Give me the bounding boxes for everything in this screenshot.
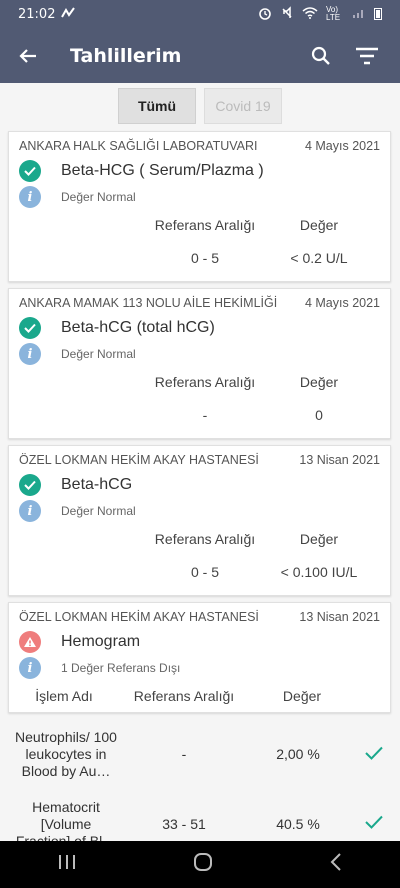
result-card[interactable]: ANKARA MAMAK 113 NOLU AİLE HEKİMLİĞİ 4 M… <box>8 288 391 439</box>
test-name: Beta-HCG ( Serum/Plazma ) <box>61 162 264 179</box>
filter-tabs: Tümü Covid 19 <box>0 88 400 124</box>
warning-icon <box>19 631 41 653</box>
wifi-icon <box>302 6 318 22</box>
tab-covid19[interactable]: Covid 19 <box>204 88 282 124</box>
info-icon[interactable]: i <box>19 500 41 522</box>
value-header: Değer <box>299 531 339 547</box>
result-date: 13 Nisan 2021 <box>299 453 380 467</box>
ref-range-header: Referans Aralığı <box>154 531 256 547</box>
result-date: 13 Nisan 2021 <box>299 610 380 624</box>
notification-icon <box>61 6 76 22</box>
result-card[interactable]: ANKARA HALK SAĞLIĞI LABORATUVARI 4 Mayıs… <box>8 131 391 282</box>
home-button[interactable] <box>192 851 214 878</box>
info-icon[interactable]: i <box>19 186 41 208</box>
lab-name: ÖZEL LOKMAN HEKİM AKAY HASTANESİ <box>19 610 259 624</box>
lab-name: ÖZEL LOKMAN HEKİM AKAY HASTANESİ <box>19 453 259 467</box>
status-time: 21:02 <box>18 6 56 22</box>
test-name: Beta-hCG <box>61 476 133 493</box>
status-bar: 21:02 Vo) LTE <box>0 0 400 28</box>
battery-icon <box>374 8 382 20</box>
test-name: Hemogram <box>61 633 141 650</box>
ref-range-value: 33 - 51 <box>162 816 206 832</box>
alarm-icon <box>258 6 272 23</box>
filter-button[interactable] <box>344 28 390 83</box>
back-button[interactable] <box>0 28 56 83</box>
signal-icon <box>352 7 366 22</box>
result-value: < 0.100 IU/L <box>280 564 358 580</box>
check-circle-icon <box>19 160 41 182</box>
ref-range-value: 0 - 5 <box>190 564 219 580</box>
ref-range-value: 0 - 5 <box>190 250 219 266</box>
result-value: < 0.2 U/L <box>290 250 348 266</box>
checkmark-icon <box>348 799 400 832</box>
network-label: Vo) LTE <box>326 5 341 22</box>
check-circle-icon <box>19 474 41 496</box>
value-header: Değer <box>282 688 322 704</box>
app-bar: Tahlillerim <box>0 28 400 83</box>
check-circle-icon <box>19 317 41 339</box>
recent-apps-icon <box>59 855 76 869</box>
ref-range-value: - <box>202 407 208 423</box>
value-header: Değer <box>299 374 339 390</box>
value-header: Değer <box>299 217 339 233</box>
chevron-left-icon <box>330 853 341 871</box>
table-row[interactable]: Neutrophils/ 100 leukocytes in Blood by … <box>0 725 400 783</box>
ref-range-header: Referans Aralığı <box>154 217 256 233</box>
checkmark-icon <box>348 746 400 763</box>
result-note: 1 Değer Referans Dışı <box>61 661 181 675</box>
test-item-name: Neutrophils/ 100 leukocytes in Blood by … <box>15 728 117 779</box>
info-icon[interactable]: i <box>19 343 41 365</box>
result-note: Değer Normal <box>61 504 136 518</box>
result-value: 2,00 % <box>276 745 320 762</box>
lab-name: ANKARA HALK SAĞLIĞI LABORATUVARI <box>19 139 258 153</box>
mute-icon <box>280 5 294 23</box>
system-back-button[interactable] <box>329 852 343 877</box>
info-icon[interactable]: i <box>19 657 41 679</box>
test-name: Beta-hCG (total hCG) <box>61 319 215 336</box>
result-value: 40.5 % <box>276 816 320 832</box>
search-icon <box>311 46 330 65</box>
ref-range-value: - <box>181 745 187 762</box>
test-item-name: Hematocrit [Volume Fraction] of Bl… <box>15 799 117 841</box>
result-note: Değer Normal <box>61 190 136 204</box>
search-button[interactable] <box>298 28 344 83</box>
recent-apps-button[interactable] <box>57 853 77 876</box>
result-value: 0 <box>315 407 323 423</box>
system-nav-bar <box>0 841 400 888</box>
arrow-left-icon <box>19 48 36 63</box>
filter-icon <box>356 47 378 64</box>
ref-range-header: Referans Aralığı <box>154 374 256 390</box>
test-name-header: İşlem Adı <box>35 688 93 704</box>
result-card[interactable]: ÖZEL LOKMAN HEKİM AKAY HASTANESİ 13 Nisa… <box>8 445 391 596</box>
lab-name: ANKARA MAMAK 113 NOLU AİLE HEKİMLİĞİ <box>19 296 278 310</box>
home-icon <box>193 853 212 871</box>
results-list[interactable]: Tümü Covid 19 ANKARA HALK SAĞLIĞI LABORA… <box>0 83 400 841</box>
tab-all[interactable]: Tümü <box>118 88 196 124</box>
result-note: Değer Normal <box>61 347 136 361</box>
page-title: Tahlillerim <box>70 44 182 67</box>
ref-range-header: Referans Aralığı <box>133 688 235 704</box>
result-date: 4 Mayıs 2021 <box>304 139 380 153</box>
result-card-hemogram[interactable]: ÖZEL LOKMAN HEKİM AKAY HASTANESİ 13 Nisa… <box>8 602 391 713</box>
table-row[interactable]: Hematocrit [Volume Fraction] of Bl… 33 -… <box>0 799 400 841</box>
result-date: 4 Mayıs 2021 <box>304 296 380 310</box>
